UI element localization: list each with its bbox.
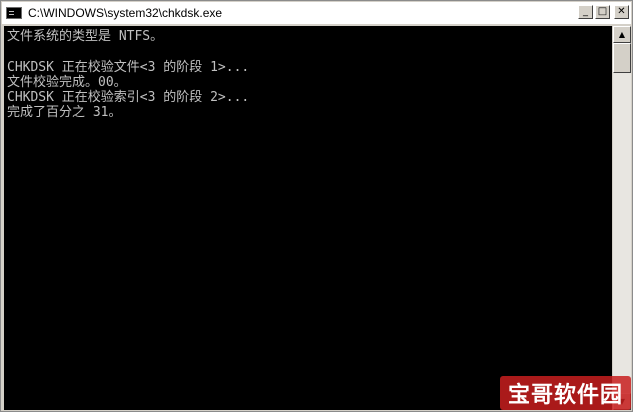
- console-line: 完成了百分之 31。: [7, 105, 122, 120]
- scroll-up-button[interactable]: ▲: [613, 26, 631, 43]
- console-window: C:\WINDOWS\system32\chkdsk.exe _ □ ✕ 文件系…: [0, 0, 633, 412]
- vertical-scrollbar[interactable]: ▲ ▼: [613, 26, 631, 410]
- title-bar[interactable]: C:\WINDOWS\system32\chkdsk.exe _ □ ✕: [2, 2, 631, 24]
- console-line: 文件校验完成。00。: [7, 75, 127, 90]
- maximize-button[interactable]: □: [595, 5, 610, 19]
- console-line: 文件系统的类型是 NTFS。: [7, 29, 164, 44]
- close-button[interactable]: ✕: [614, 5, 629, 19]
- window-controls: _ □ ✕: [578, 5, 629, 19]
- window-title: C:\WINDOWS\system32\chkdsk.exe: [28, 6, 223, 20]
- console-line: CHKDSK 正在校验文件<3 的阶段 1>...: [7, 60, 250, 75]
- minimize-button[interactable]: _: [578, 5, 593, 19]
- console-icon[interactable]: [6, 7, 22, 19]
- console-line: CHKDSK 正在校验索引<3 的阶段 2>...: [7, 90, 250, 105]
- watermark-logo: 宝哥软件园: [499, 376, 631, 410]
- console-output[interactable]: 文件系统的类型是 NTFS。 CHKDSK 正在校验文件<3 的阶段 1>...…: [4, 26, 612, 410]
- scroll-thumb[interactable]: [613, 43, 631, 73]
